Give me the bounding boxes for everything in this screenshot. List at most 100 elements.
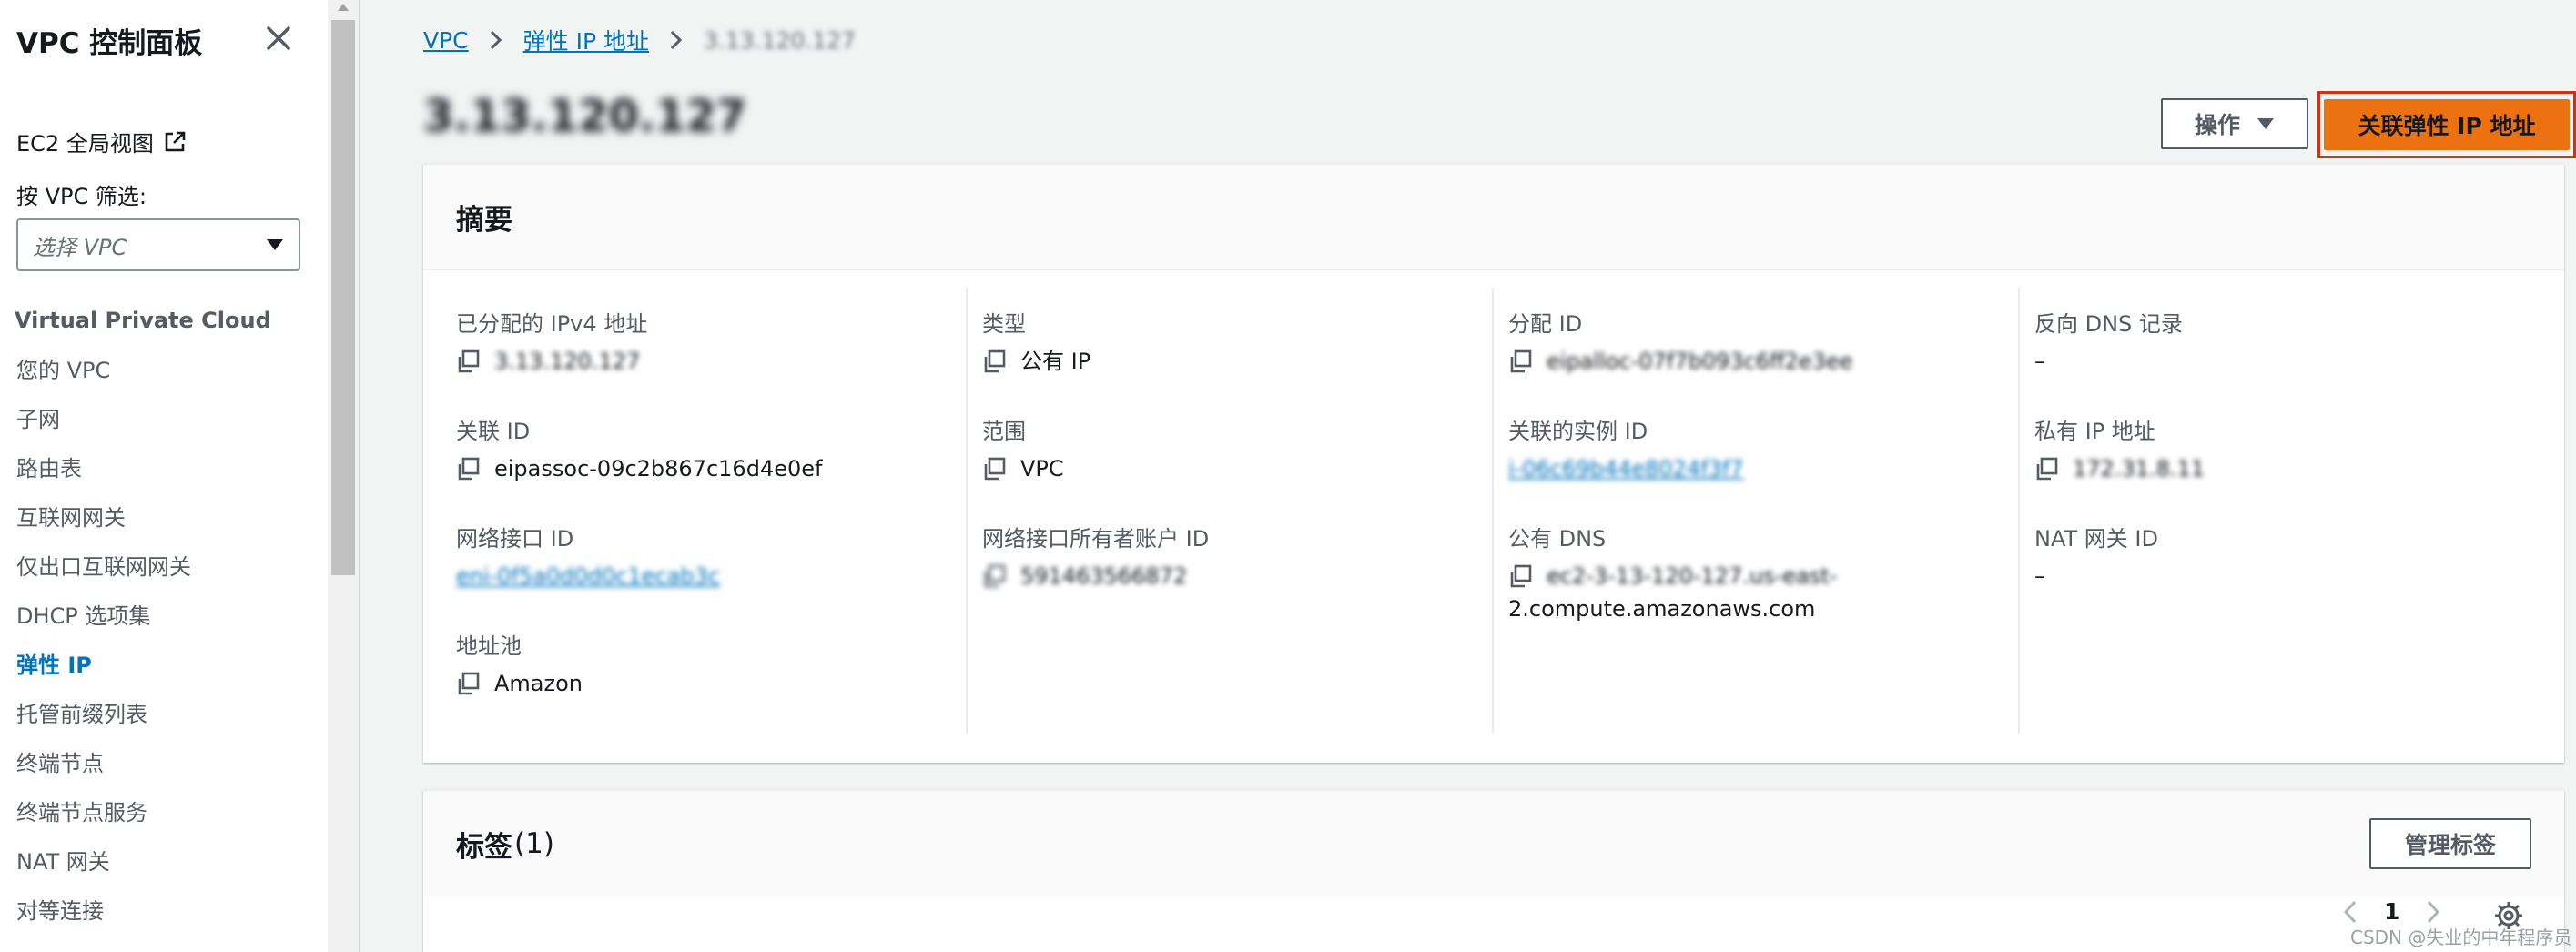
private-ip-field: 私有 IP 地址 172.31.8.11	[2034, 417, 2205, 484]
external-link-icon	[165, 131, 186, 151]
reverse-dns-value: –	[2034, 349, 2045, 374]
copy-icon[interactable]	[456, 672, 480, 695]
nat-gateway-label: NAT 网关 ID	[2034, 526, 2158, 552]
scope-field: 范围 VPC	[982, 417, 1064, 484]
association-id-label: 关联 ID	[456, 419, 531, 444]
tags-panel: 标签 (1) 管理标签 1	[423, 790, 2564, 952]
actions-button[interactable]: 操作	[2161, 98, 2308, 149]
sidebar-title: VPC 控制面板	[16, 27, 203, 60]
sidebar-item-prefix-lists[interactable]: 托管前缀列表	[16, 699, 191, 748]
sidebar-item-your-vpcs[interactable]: 您的 VPC	[16, 355, 191, 404]
breadcrumb-current: 3.13.120.127	[703, 26, 856, 54]
address-pool-label: 地址池	[456, 633, 522, 659]
summary-column-1: 已分配的 IPv4 地址 3.13.120.127 关联 ID eipassoc…	[423, 271, 951, 735]
tags-pagination: 1	[2342, 898, 2441, 925]
breadcrumb-vpc[interactable]: VPC	[423, 27, 469, 54]
chevron-right-icon	[670, 30, 683, 50]
sidebar-divider	[359, 0, 360, 952]
allocation-id-label: 分配 ID	[1508, 311, 1583, 337]
nat-gateway-value: –	[2034, 563, 2045, 589]
scope-label: 范围	[982, 419, 1026, 444]
reverse-dns-label: 反向 DNS 记录	[2034, 311, 2183, 337]
summary-column-3: 分配 ID eipalloc-07f7b093c6ff2e3ee 关联的实例 I…	[1476, 271, 2003, 735]
allocation-id-field: 分配 ID eipalloc-07f7b093c6ff2e3ee	[1508, 309, 1852, 377]
copy-icon[interactable]	[982, 457, 1006, 481]
allocated-ipv4-value: 3.13.120.127	[494, 349, 641, 374]
chevron-left-icon[interactable]	[2342, 899, 2358, 925]
summary-grid: 已分配的 IPv4 地址 3.13.120.127 关联 ID eipassoc…	[423, 271, 2564, 764]
eni-id-label: 网络接口 ID	[456, 526, 574, 552]
summary-title: 摘要	[423, 165, 2564, 270]
vpc-filter-label: 按 VPC 筛选:	[16, 184, 147, 209]
page-title: 3.13.120.127	[423, 91, 747, 142]
copy-icon[interactable]	[2034, 457, 2058, 481]
highlight-box: 关联弹性 IP 地址	[2317, 91, 2576, 158]
public-dns-value-line1: ec2-3-13-120-127.us-east-	[1547, 563, 1838, 589]
sidebar-item-subnets[interactable]: 子网	[16, 404, 191, 453]
eni-owner-field: 网络接口所有者账户 ID 591463566872	[982, 524, 1209, 592]
public-dns-label: 公有 DNS	[1508, 526, 1607, 552]
summary-panel: 摘要 已分配的 IPv4 地址 3.13.120.127 关联 ID eipas…	[423, 164, 2564, 763]
scope-value: VPC	[1020, 456, 1064, 481]
manage-tags-button[interactable]: 管理标签	[2369, 818, 2531, 869]
breadcrumb-elastic-ips[interactable]: 弹性 IP 地址	[523, 24, 649, 56]
sidebar-item-nat-gateways[interactable]: NAT 网关	[16, 846, 191, 896]
eni-owner-label: 网络接口所有者账户 ID	[982, 526, 1210, 552]
tags-count: (1)	[514, 827, 554, 860]
sidebar-section-title: Virtual Private Cloud	[15, 308, 271, 333]
tags-title: 标签	[456, 830, 512, 864]
address-pool-field: 地址池 Amazon	[456, 632, 583, 699]
association-id-value: eipassoc-09c2b867c16d4e0ef	[494, 456, 823, 481]
sidebar: VPC 控制面板 EC2 全局视图 按 VPC 筛选: 选择 VPC Virtu…	[0, 0, 328, 952]
type-label: 类型	[982, 311, 1026, 337]
copy-icon[interactable]	[982, 564, 1006, 588]
breadcrumb: VPC 弹性 IP 地址 3.13.120.127	[423, 24, 856, 56]
caret-down-icon	[267, 239, 283, 250]
chevron-right-icon	[490, 30, 502, 50]
actions-button-label: 操作	[2194, 112, 2240, 138]
sidebar-item-endpoints[interactable]: 终端节点	[16, 748, 191, 797]
instance-id-link[interactable]: i-06c69b44e8024f3f7	[1508, 453, 1744, 484]
page-number[interactable]: 1	[2384, 898, 2399, 925]
scroll-up-icon[interactable]	[335, 0, 351, 15]
copy-icon[interactable]	[982, 349, 1006, 373]
watermark: CSDN @失业的中年程序员	[2350, 927, 2572, 948]
sidebar-item-dhcp-options[interactable]: DHCP 选项集	[16, 601, 191, 650]
copy-icon[interactable]	[1508, 564, 1532, 588]
sidebar-item-elastic-ips[interactable]: 弹性 IP	[16, 650, 191, 699]
sidebar-item-internet-gateways[interactable]: 互联网网关	[16, 502, 191, 552]
reverse-dns-field: 反向 DNS 记录 –	[2034, 309, 2183, 377]
public-dns-value-line2: 2.compute.amazonaws.com	[1508, 596, 1816, 622]
type-field: 类型 公有 IP	[982, 309, 1090, 377]
sidebar-item-peering[interactable]: 对等连接	[16, 896, 191, 945]
summary-column-4: 反向 DNS 记录 – 私有 IP 地址 172.31.8.11 NAT 网关 …	[2002, 271, 2548, 735]
associate-elastic-ip-button[interactable]: 关联弹性 IP 地址	[2324, 99, 2570, 150]
eni-id-field: 网络接口 ID eni-0f5a0d0d0c1ecab3c	[456, 524, 720, 592]
sidebar-item-egress-only-gateways[interactable]: 仅出口互联网网关	[16, 552, 191, 601]
chevron-right-icon[interactable]	[2425, 899, 2441, 925]
ec2-global-view-link[interactable]: EC2 全局视图	[16, 126, 187, 157]
eni-id-link[interactable]: eni-0f5a0d0d0c1ecab3c	[456, 561, 720, 592]
tags-header: 标签 (1)	[423, 791, 2564, 896]
copy-icon[interactable]	[456, 457, 480, 481]
type-value: 公有 IP	[1020, 349, 1091, 374]
nat-gateway-field: NAT 网关 ID –	[2034, 524, 2158, 592]
association-id-field: 关联 ID eipassoc-09c2b867c16d4e0ef	[456, 417, 822, 484]
address-pool-value: Amazon	[494, 671, 583, 696]
summary-column-2: 类型 公有 IP 范围 VPC 网络接口所有者账户 ID 59146356687…	[949, 271, 1477, 735]
sidebar-nav: 您的 VPC 子网 路由表 互联网网关 仅出口互联网网关 DHCP 选项集 弹性…	[16, 355, 191, 945]
sidebar-scrollbar-thumb[interactable]	[331, 20, 355, 575]
vpc-filter-select[interactable]: 选择 VPC	[16, 218, 300, 271]
copy-icon[interactable]	[456, 349, 480, 373]
close-icon[interactable]	[262, 22, 295, 55]
instance-id-label: 关联的实例 ID	[1508, 419, 1648, 444]
ec2-global-view-label: EC2 全局视图	[16, 131, 154, 157]
sidebar-item-route-tables[interactable]: 路由表	[16, 453, 191, 502]
eni-owner-value: 591463566872	[1020, 563, 1188, 589]
copy-icon[interactable]	[1508, 349, 1532, 373]
sidebar-item-endpoint-services[interactable]: 终端节点服务	[16, 797, 191, 846]
caret-down-icon	[2257, 118, 2274, 129]
private-ip-label: 私有 IP 地址	[2034, 419, 2155, 444]
allocated-ipv4-label: 已分配的 IPv4 地址	[456, 311, 648, 337]
allocation-id-value: eipalloc-07f7b093c6ff2e3ee	[1547, 349, 1853, 374]
